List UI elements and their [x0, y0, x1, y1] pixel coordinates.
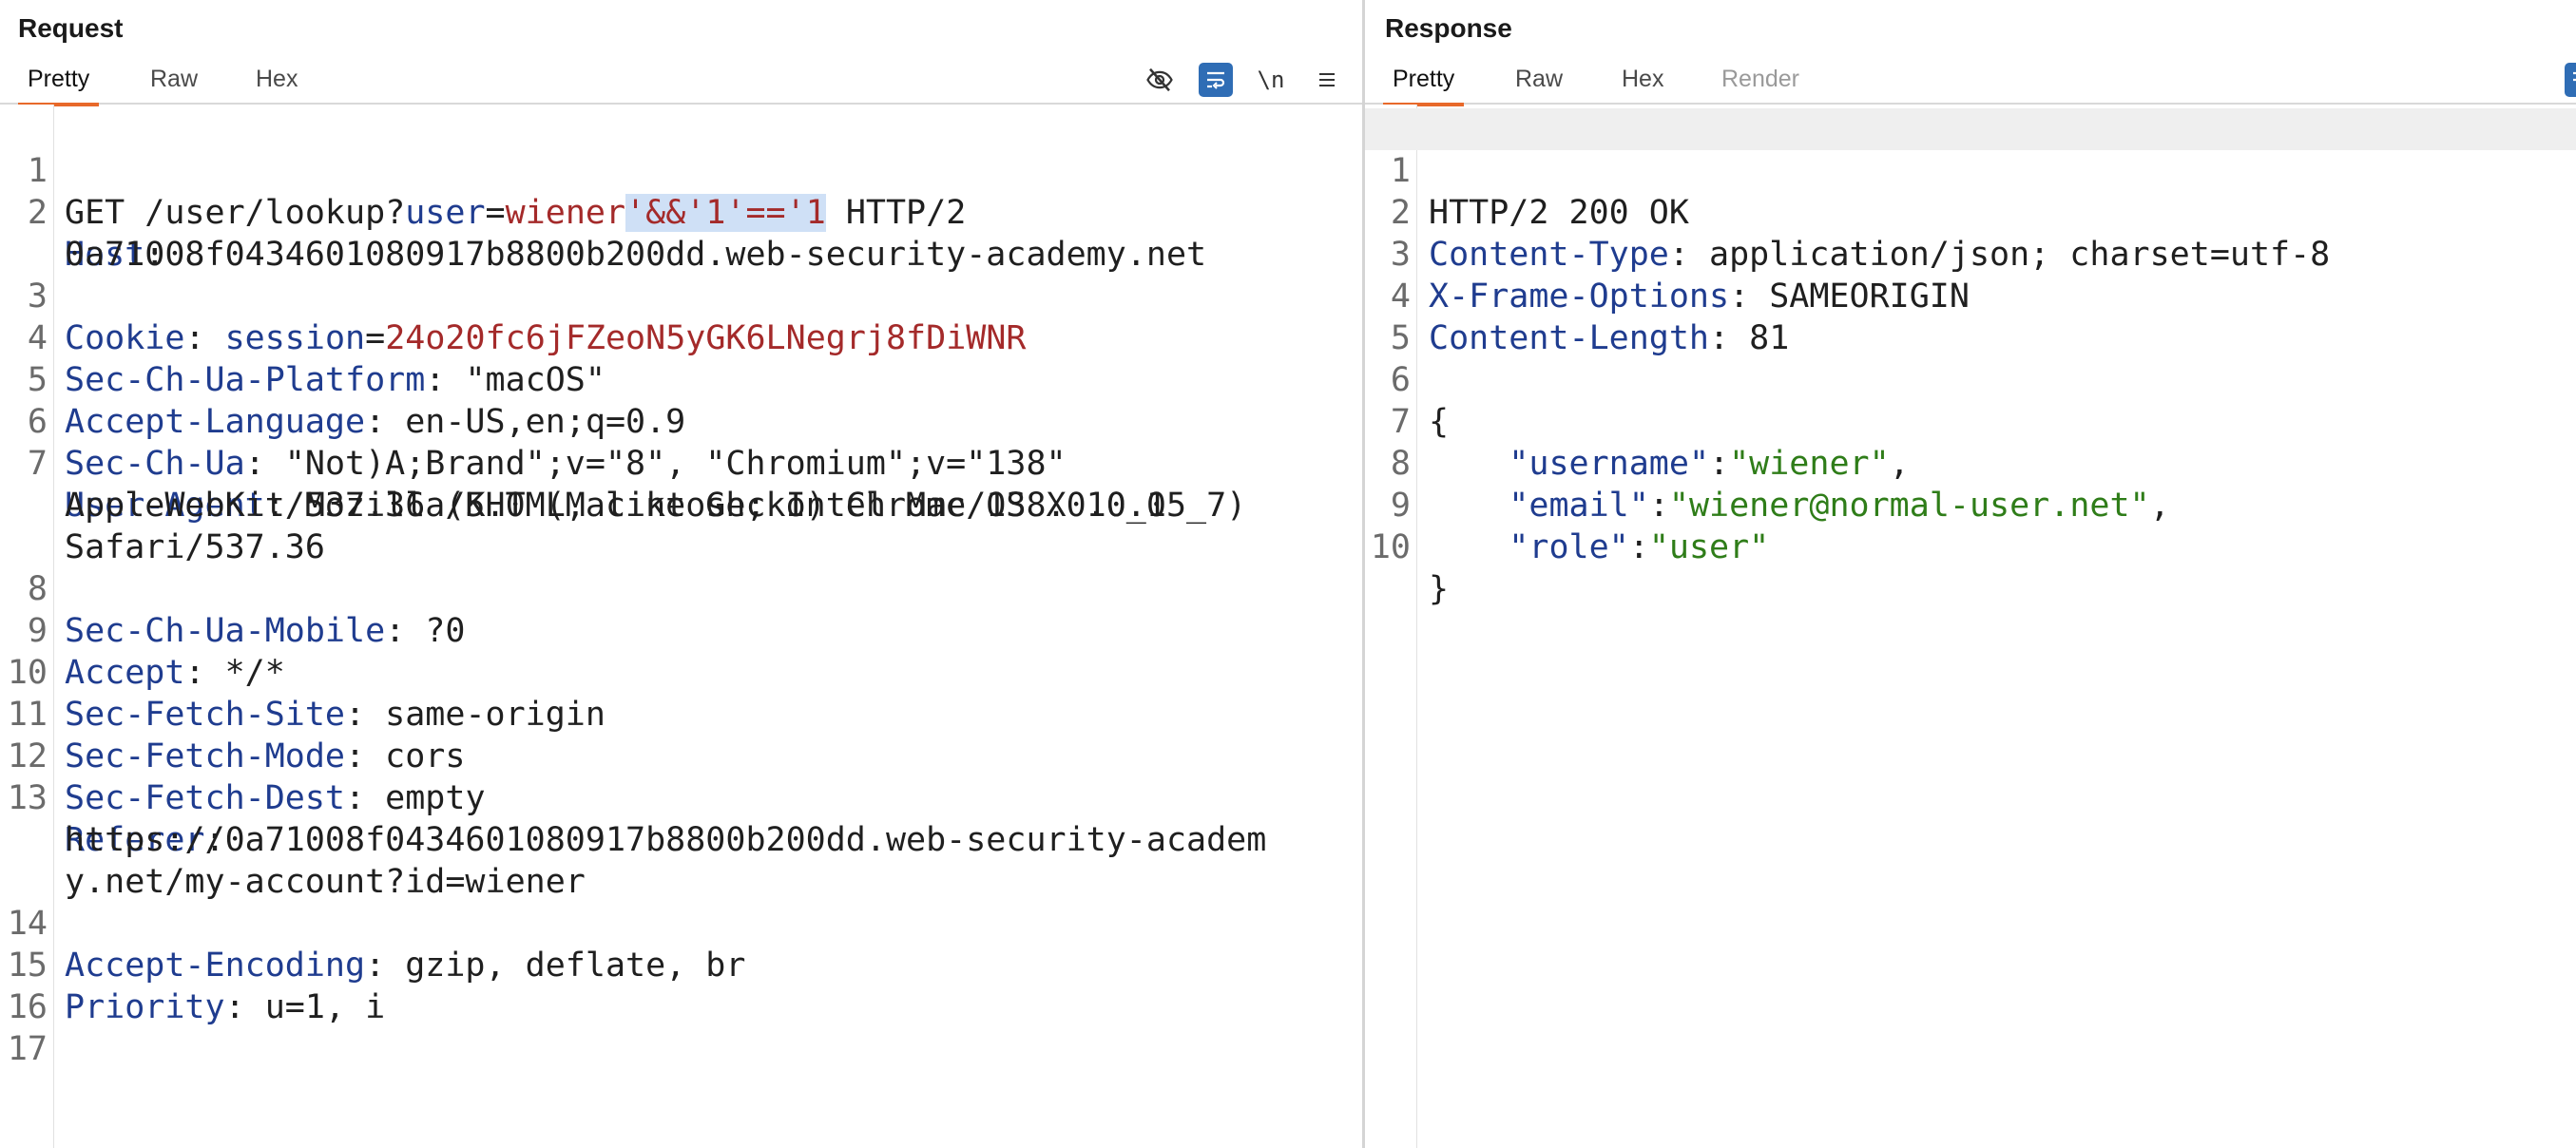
request-line[interactable]: 13 Referer:	[0, 736, 1362, 859]
request-line-wrap[interactable]: Safari/537.36	[0, 485, 1362, 566]
wrap-lines-icon	[2573, 71, 2576, 82]
json-brace: }	[1429, 570, 1450, 608]
request-line-wrap[interactable]: 0a71008f0434601080917b8800b200dd.web-sec…	[0, 192, 1362, 274]
response-line[interactable]: 5	[1365, 276, 2576, 357]
response-tab-hex[interactable]: Hex	[1622, 55, 1663, 105]
response-editor[interactable]: 1 HTTP/2 200 OK 2 Content-Type: applicat…	[1365, 105, 2576, 1148]
request-tab-pretty[interactable]: Pretty	[17, 55, 100, 106]
json-value: "user"	[1648, 528, 1770, 566]
wrap-lines-icon	[1207, 71, 1225, 89]
request-line[interactable]: 7 User-Agent: Mozilla/5.0 (Macintosh; In…	[0, 401, 1362, 525]
show-newlines-button[interactable]: \n	[1252, 61, 1290, 99]
request-line[interactable]: 3 Cookie: session=24o20fc6jFZeoN5yGK6LNe…	[0, 234, 1362, 357]
response-tab-render[interactable]: Render	[1721, 55, 1799, 105]
request-title: Request	[18, 13, 124, 43]
request-line[interactable]: 17	[0, 986, 1362, 1068]
request-line[interactable]: 2 Host:	[0, 150, 1362, 274]
request-line-wrap[interactable]: y.net/my-account?id=wiener	[0, 819, 1362, 901]
burp-repeater-view: Request Pretty Raw Hex \n 1 GET /user/lo…	[0, 0, 2576, 1148]
response-title: Response	[1385, 13, 1512, 43]
request-line-wrap[interactable]: https://0a71008f0434601080917b8800b200dd…	[0, 777, 1362, 859]
response-line[interactable]: 1 HTTP/2 200 OK	[1365, 108, 2576, 232]
response-line[interactable]: 6 {	[1365, 317, 2576, 441]
response-pane: Response Pretty Raw Hex Render 1 HTTP/2 …	[1365, 0, 2576, 1148]
response-line[interactable]: 10 }	[1365, 485, 2576, 608]
request-editor[interactable]: 1 GET /user/lookup?user=wiener'&&'1'=='1…	[0, 105, 1362, 1148]
request-line[interactable]: 16	[0, 945, 1362, 1026]
json-colon: :	[1628, 528, 1649, 566]
wrap-lines-button[interactable]	[1199, 63, 1233, 97]
pane-menu-button[interactable]	[1308, 61, 1346, 99]
response-tab-pretty[interactable]: Pretty	[1382, 55, 1465, 106]
request-line[interactable]: 12 Sec-Fetch-Dest: empty	[0, 694, 1362, 817]
request-tab-hex[interactable]: Hex	[256, 55, 298, 105]
hide-nonprintable-icon[interactable]	[1141, 61, 1179, 99]
request-line[interactable]: 15 Priority: u=1, i	[0, 903, 1362, 1026]
menu-icon	[1319, 73, 1335, 86]
newline-label: \n	[1257, 67, 1285, 93]
request-line[interactable]: 9 Accept: */*	[0, 568, 1362, 692]
request-line[interactable]: 1 GET /user/lookup?user=wiener'&&'1'=='1…	[0, 108, 1362, 232]
response-line[interactable]: 2 Content-Type: application/json; charse…	[1365, 150, 2576, 274]
line-number: 10	[1370, 528, 1411, 566]
response-line[interactable]: 3 X-Frame-Options: SAMEORIGIN	[1365, 192, 2576, 316]
request-line[interactable]: 14 Accept-Encoding: gzip, deflate, br	[0, 861, 1362, 985]
response-line[interactable]: 9 "role":"user"	[1365, 443, 2576, 566]
request-line[interactable]: 8 Sec-Ch-Ua-Mobile: ?0	[0, 526, 1362, 650]
request-line[interactable]: 5 Accept-Language: en-US,en;q=0.9	[0, 317, 1362, 441]
request-pane: Request Pretty Raw Hex \n 1 GET /user/lo…	[0, 0, 1362, 1148]
request-tabbar: Pretty Raw Hex \n	[0, 55, 1362, 106]
line-number: 17	[7, 1030, 48, 1068]
request-tab-raw[interactable]: Raw	[150, 55, 198, 105]
request-line[interactable]: 4 Sec-Ch-Ua-Platform: "macOS"	[0, 276, 1362, 399]
response-line[interactable]: 4 Content-Length: 81	[1365, 234, 2576, 357]
response-tab-raw[interactable]: Raw	[1515, 55, 1563, 105]
json-key: "role"	[1509, 528, 1629, 566]
response-line[interactable]: 8 "email":"wiener@normal-user.net",	[1365, 401, 2576, 525]
eye-hidden-icon	[1146, 67, 1173, 92]
request-line[interactable]: 6 Sec-Ch-Ua: "Not)A;Brand";v="8", "Chrom…	[0, 359, 1362, 483]
response-tabbar: Pretty Raw Hex Render	[1365, 55, 2576, 106]
request-line-wrap[interactable]: AppleWebKit/537.36 (KHTML, like Gecko) C…	[0, 443, 1362, 525]
request-line[interactable]: 11 Sec-Fetch-Mode: cors	[0, 652, 1362, 775]
response-line[interactable]: 7 "username":"wiener",	[1365, 359, 2576, 483]
request-line[interactable]: 10 Sec-Fetch-Site: same-origin	[0, 610, 1362, 734]
response-wrap-lines-button[interactable]	[2565, 63, 2576, 97]
